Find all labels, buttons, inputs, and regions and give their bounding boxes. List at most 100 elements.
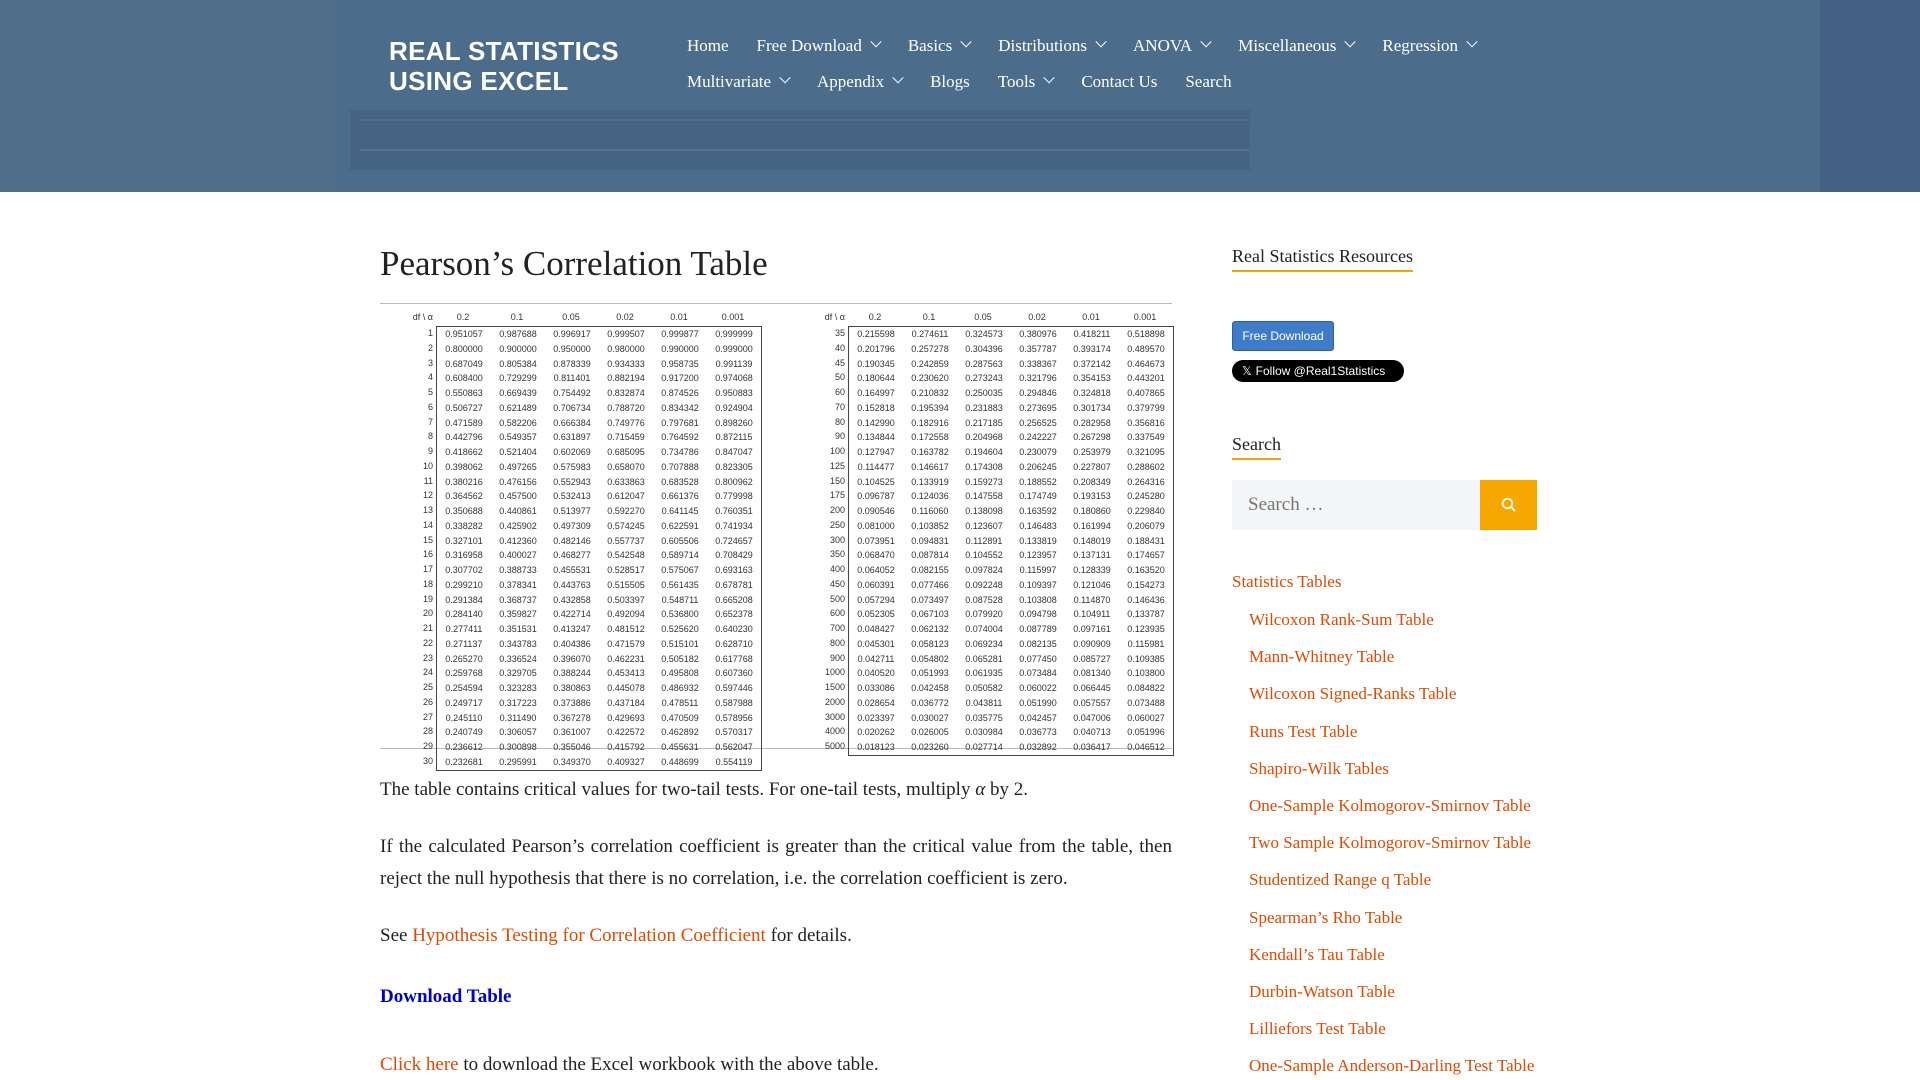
df-cell: 30 [422,755,433,766]
table-cell: 0.351531 [499,624,537,634]
table-cell: 0.354153 [1073,373,1111,384]
nav-contact-us[interactable]: Contact Us [1081,72,1157,92]
df-cell: 80 [834,416,845,427]
nav-miscellaneous[interactable]: Miscellaneous [1238,36,1357,56]
nav-free-download[interactable]: Free Download [757,36,882,56]
nav-regression[interactable]: Regression [1382,36,1478,56]
site-title-line1[interactable]: REAL STATISTICS [389,36,619,66]
nav-search-label[interactable]: Search [1185,72,1231,92]
chevron-down-icon[interactable] [1466,36,1478,48]
df-cell: 17 [422,564,433,574]
list-item[interactable]: Mann-Whitney Table [1232,647,1534,684]
df-cell: 2 [427,342,433,353]
nav-contact-us-label[interactable]: Contact Us [1081,72,1157,92]
table-cell: 0.030027 [911,712,949,723]
table-cell: 0.174308 [965,461,1003,472]
table-row: 0.023397 0.030027 0.035775 0.042457 0.047006… [849,711,1173,726]
list-item[interactable]: Two Sample Kolmogorov-Smirnov Table [1232,833,1534,870]
statistics-tables-link[interactable]: Statistics Tables [1232,572,1534,610]
table-cell: 0.393174 [1073,343,1111,354]
table-cell: 0.478511 [661,697,699,708]
table-row: 0.442796 0.549357 0.631897 0.715459 0.764592… [437,430,761,445]
list-item[interactable]: One-Sample Kolmogorov-Smirnov Table [1232,796,1534,833]
correlation-table-image: df \ α 0.2 0.1 0.05 0.02 0.01 0.001 1 2 3 4 5 6 7 8 9 10… [380,303,1174,771]
table-cell: 0.090909 [1073,638,1111,649]
list-item[interactable]: Shapiro-Wilk Tables [1232,759,1534,796]
list-item[interactable]: Wilcoxon Rank-Sum Table [1232,610,1534,647]
download-table-heading[interactable]: Download Table [380,986,511,1008]
nav-free-download-label[interactable]: Free Download [757,36,862,56]
nav-distributions-label[interactable]: Distributions [998,36,1087,56]
nav-search[interactable]: Search [1185,72,1231,92]
nav-blogs[interactable]: Blogs [930,72,970,92]
nav-basics[interactable]: Basics [908,36,972,56]
table-cell: 0.372142 [1073,358,1111,369]
click-here-link[interactable]: Click here [380,1054,459,1075]
chevron-down-icon[interactable] [960,36,972,48]
free-download-button[interactable]: Free Download [1232,321,1334,351]
nav-multivariate[interactable]: Multivariate [687,72,791,92]
chevron-down-icon[interactable] [1043,72,1055,84]
chevron-down-icon[interactable] [1200,36,1212,48]
list-item[interactable]: Runs Test Table [1232,722,1534,759]
chevron-down-icon[interactable] [892,72,904,84]
nav-tools[interactable]: Tools [998,72,1055,92]
nav-distributions[interactable]: Distributions [998,36,1107,56]
hypothesis-testing-link[interactable]: Hypothesis Testing for Correlation Coeff… [412,925,766,946]
table-cell: 0.327101 [445,535,483,546]
nav-miscellaneous-label[interactable]: Miscellaneous [1238,36,1336,56]
table-cell: 0.159273 [965,476,1003,487]
nav-blogs-label[interactable]: Blogs [930,72,970,92]
nav-appendix[interactable]: Appendix [817,72,904,92]
table-row: 0.327101 0.412360 0.482146 0.557737 0.605506… [437,534,761,549]
list-item[interactable]: Studentized Range q Table [1232,870,1534,907]
table-cell: 0.073484 [1019,668,1057,679]
table-cell: 0.231883 [965,402,1003,413]
list-item[interactable]: Wilcoxon Signed-Ranks Table [1232,684,1534,721]
site-title[interactable]: REAL STATISTICS USING EXCEL [389,36,619,96]
table-row: 0.045301 0.058123 0.069234 0.082135 0.090909… [849,637,1173,652]
nav-anova[interactable]: ANOVA [1133,36,1212,56]
table-cell: 0.950883 [715,388,753,398]
df-cell: 300 [829,534,845,545]
nav-basics-label[interactable]: Basics [908,36,952,56]
twitter-follow-button[interactable]: 𝕏 Follow @Real1Statistics [1232,360,1404,382]
chevron-down-icon[interactable] [1095,36,1107,48]
df-cell: 13 [422,505,433,515]
chevron-down-icon[interactable] [1344,36,1357,48]
table-cell: 0.259768 [445,668,483,679]
table-cell: 0.114870 [1073,594,1111,605]
df-cell: 18 [422,578,433,589]
table-cell: 0.324573 [965,329,1003,339]
table-row: 0.350688 0.440861 0.513977 0.592270 0.641145… [437,504,761,519]
nav-tools-label[interactable]: Tools [998,72,1036,92]
list-item[interactable]: Lilliefors Test Table [1232,1019,1534,1056]
alpha-column-header: 0.2 [868,312,882,322]
chevron-down-icon[interactable] [779,72,791,84]
site-title-line2[interactable]: USING EXCEL [389,66,619,96]
list-item[interactable]: One-Sample Anderson-Darling Test Table [1232,1056,1534,1080]
search-input[interactable] [1232,480,1480,530]
table-cell: 0.109397 [1019,579,1057,590]
table-cell: 0.811401 [553,373,591,384]
nav-regression-label[interactable]: Regression [1382,36,1458,56]
table-cell: 0.096787 [857,491,895,502]
table-cell: 0.872115 [715,432,753,443]
nav-home-label[interactable]: Home [687,36,729,56]
table-cell: 0.561435 [661,579,699,590]
chevron-down-icon[interactable] [870,36,882,48]
df-cell: 70 [834,401,845,412]
nav-appendix-label[interactable]: Appendix [817,72,884,92]
nav-anova-label[interactable]: ANOVA [1133,36,1192,56]
list-item[interactable]: Durbin-Watson Table [1232,982,1534,1019]
primary-nav-row-1: Home Free Download Basics Distributions … [687,36,1504,56]
search-button[interactable] [1480,480,1537,530]
nav-home[interactable]: Home [687,36,729,56]
table-cell: 0.148019 [1073,535,1111,546]
list-item[interactable]: Spearman’s Rho Table [1232,908,1534,945]
df-cell: 19 [422,593,433,604]
list-item[interactable]: Kendall’s Tau Table [1232,945,1534,982]
table-cell: 0.724657 [715,535,753,546]
nav-multivariate-label[interactable]: Multivariate [687,72,771,92]
table-cell: 0.549357 [499,432,537,443]
